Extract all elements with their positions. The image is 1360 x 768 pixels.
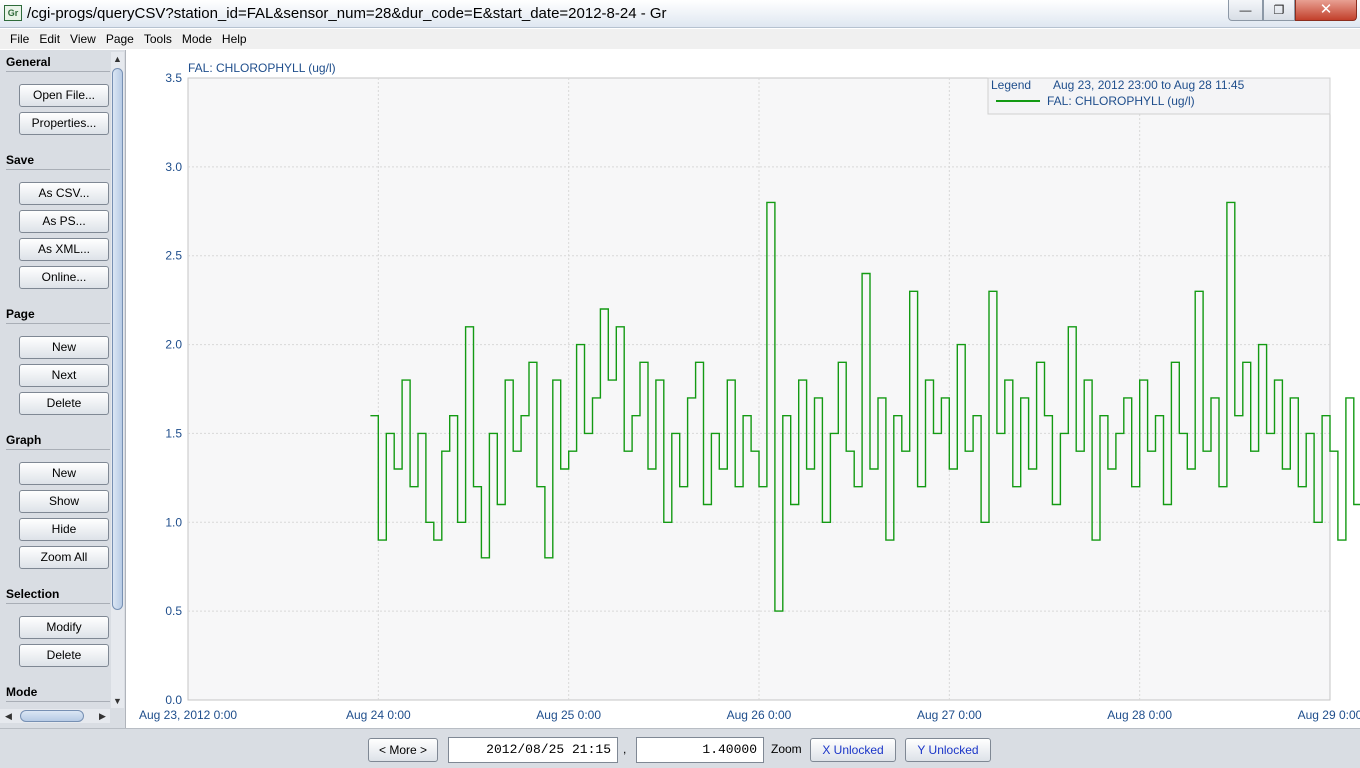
legend: Legend Aug 23, 2012 23:00 to Aug 28 11:4…: [987, 77, 1331, 115]
menu-file[interactable]: File: [8, 29, 31, 49]
properties-button[interactable]: Properties...: [19, 112, 109, 135]
scroll-right-icon[interactable]: ▶: [96, 709, 109, 723]
graph-hide-button[interactable]: Hide: [19, 518, 109, 541]
close-icon: ✕: [1319, 1, 1333, 18]
x-tick-label: Aug 25 0:00: [536, 708, 601, 722]
coordinate-separator: ,: [623, 742, 627, 756]
section-divider: [6, 603, 110, 604]
maximize-button[interactable]: ❐: [1263, 0, 1295, 21]
y-tick-label: 0.0: [165, 693, 182, 707]
menu-mode[interactable]: Mode: [180, 29, 214, 49]
panel-horizontal-scrollbar[interactable]: ◀ ▶: [0, 709, 110, 723]
minimize-icon: —: [1239, 3, 1252, 17]
page-delete-button[interactable]: Delete: [19, 392, 109, 415]
section-divider: [6, 449, 110, 450]
graph-new-button[interactable]: New: [19, 462, 109, 485]
section-save-title: Save: [6, 153, 35, 167]
graph-show-button[interactable]: Show: [19, 490, 109, 513]
x-tick-label: Aug 23, 2012 0:00: [139, 708, 237, 722]
x-coordinate-field[interactable]: 2012/08/25 21:15: [448, 737, 618, 763]
selection-delete-button[interactable]: Delete: [19, 644, 109, 667]
menu-edit[interactable]: Edit: [37, 29, 62, 49]
save-xml-button[interactable]: As XML...: [19, 238, 109, 261]
y-tick-label: 2.0: [165, 338, 182, 352]
scroll-up-icon[interactable]: ▲: [111, 52, 124, 66]
section-selection-title: Selection: [6, 587, 60, 601]
y-lock-button[interactable]: Y Unlocked: [905, 738, 991, 762]
section-divider: [6, 701, 110, 702]
y-axis-ticks: 0.0 0.5 1.0 1.5 2.0 2.5 3.0 3.5: [165, 71, 182, 707]
section-mode-title: Mode: [6, 685, 38, 699]
section-divider: [6, 169, 110, 170]
x-tick-label: Aug 29 0:00: [1298, 708, 1360, 722]
menu-page[interactable]: Page: [104, 29, 136, 49]
zoom-label: Zoom: [771, 742, 802, 756]
page-next-button[interactable]: Next: [19, 364, 109, 387]
y-coordinate-field[interactable]: 1.40000: [636, 737, 764, 763]
y-tick-label: 2.5: [165, 249, 182, 263]
scroll-down-icon[interactable]: ▼: [111, 694, 124, 708]
y-tick-label: 1.0: [165, 515, 182, 529]
graph-zoom-all-button[interactable]: Zoom All: [19, 546, 109, 569]
chart-svg[interactable]: 0.0 0.5 1.0 1.5 2.0 2.5 3.0 3.5 Aug 23, 2012 0:…: [127, 50, 1360, 728]
section-graph-title: Graph: [6, 433, 42, 447]
selection-modify-button[interactable]: Modify: [19, 616, 109, 639]
section-divider: [6, 323, 110, 324]
menu-tools[interactable]: Tools: [142, 29, 174, 49]
section-divider: [6, 71, 110, 72]
app-icon: Gr: [4, 5, 22, 21]
section-general-title: General: [6, 55, 51, 69]
y-tick-label: 1.5: [165, 426, 182, 440]
x-tick-label: Aug 27 0:00: [917, 708, 982, 722]
legend-range: Aug 23, 2012 23:00 to Aug 28 11:45: [1053, 78, 1245, 92]
x-tick-label: Aug 28 0:00: [1107, 708, 1172, 722]
panel-vertical-scrollbar[interactable]: ▲ ▼: [111, 52, 124, 708]
minimize-button[interactable]: —: [1228, 0, 1263, 21]
y-tick-label: 3.5: [165, 71, 182, 85]
menu-bar: File Edit View Page Tools Mode Help: [0, 29, 1360, 49]
x-tick-label: Aug 24 0:00: [346, 708, 411, 722]
x-tick-label: Aug 26 0:00: [727, 708, 792, 722]
menu-view[interactable]: View: [68, 29, 98, 49]
section-page-title: Page: [6, 307, 35, 321]
save-ps-button[interactable]: As PS...: [19, 210, 109, 233]
close-button[interactable]: ✕: [1295, 0, 1357, 21]
page-new-button[interactable]: New: [19, 336, 109, 359]
title-bar: Gr /cgi-progs/queryCSV?station_id=FAL&se…: [0, 0, 1360, 28]
window-title: /cgi-progs/queryCSV?station_id=FAL&senso…: [27, 5, 667, 22]
save-online-button[interactable]: Online...: [19, 266, 109, 289]
chart-area[interactable]: 0.0 0.5 1.0 1.5 2.0 2.5 3.0 3.5 Aug 23, 2012 0:…: [127, 50, 1360, 728]
save-csv-button[interactable]: As CSV...: [19, 182, 109, 205]
y-tick-label: 3.0: [165, 160, 182, 174]
scroll-left-icon[interactable]: ◀: [2, 709, 15, 723]
more-button[interactable]: < More >: [368, 738, 438, 762]
y-tick-label: 0.5: [165, 604, 182, 618]
tool-panel: General Open File... Properties... Save …: [0, 50, 126, 728]
legend-series-name: FAL: CHLOROPHYLL (ug/l): [1047, 94, 1195, 108]
maximize-icon: ❐: [1273, 3, 1285, 17]
x-axis-ticks: Aug 23, 2012 0:00 Aug 24 0:00 Aug 25 0:00 A…: [139, 708, 1360, 722]
chart-title: FAL: CHLOROPHYLL (ug/l): [188, 61, 336, 75]
legend-label: Legend: [991, 78, 1031, 92]
scroll-thumb[interactable]: [112, 68, 123, 610]
x-lock-button[interactable]: X Unlocked: [810, 738, 896, 762]
open-file-button[interactable]: Open File...: [19, 84, 109, 107]
scroll-thumb[interactable]: [20, 710, 84, 722]
menu-help[interactable]: Help: [220, 29, 249, 49]
coordinate-bar: < More > 2012/08/25 21:15 , 1.40000 Zoom…: [0, 728, 1360, 768]
